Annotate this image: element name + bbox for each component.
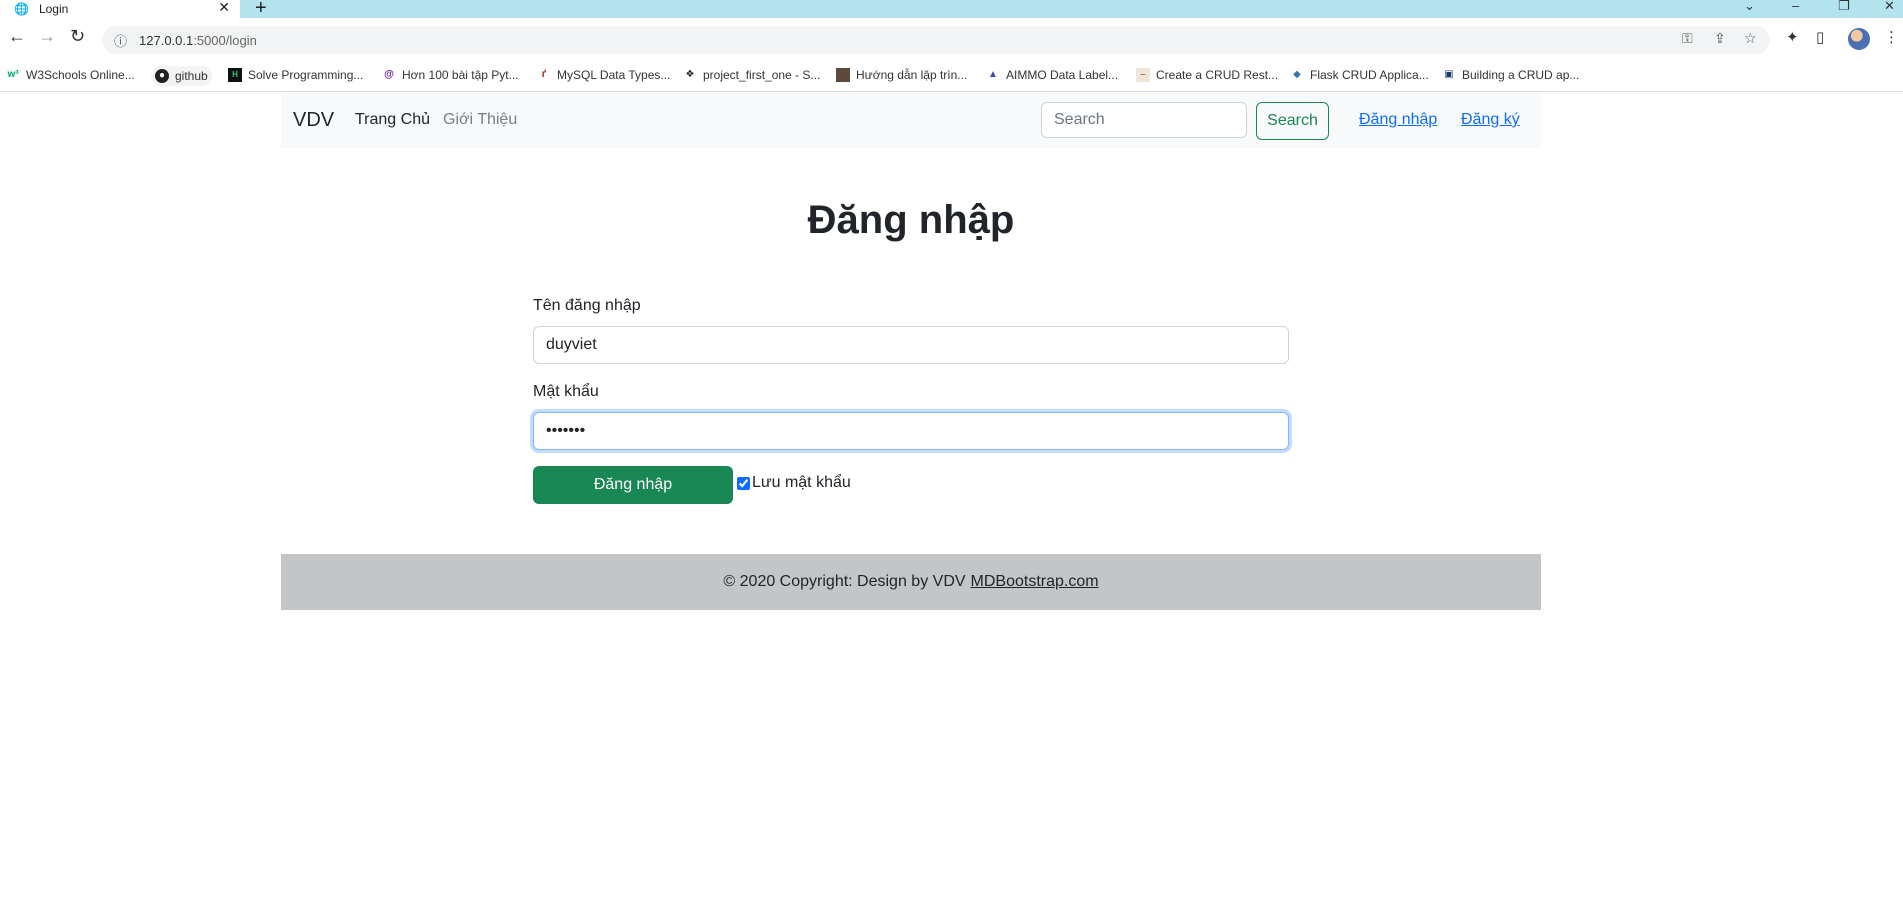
globe-icon: 🌐 <box>14 2 29 16</box>
site-icon: ▣ <box>1444 69 1454 80</box>
site-navbar: VDV Trang Chủ Giới Thiệu Search Đăng nhậ… <box>281 92 1541 148</box>
remember-password[interactable]: Lưu mật khẩu <box>737 474 851 492</box>
password-label: Mật khẩu <box>533 383 599 400</box>
search-button[interactable]: Search <box>1256 102 1329 140</box>
new-tab-icon[interactable]: + <box>255 0 267 20</box>
profile-avatar[interactable] <box>1848 28 1870 50</box>
bookmark-item[interactable]: @ Hơn 100 bài tập Pyt... <box>382 68 519 82</box>
bookmark-label: AIMMO Data Label... <box>1006 68 1119 82</box>
bookmark-label: Hơn 100 bài tập Pyt... <box>402 68 519 82</box>
bookmark-label: MySQL Data Types... <box>557 68 671 82</box>
site-footer: © 2020 Copyright: Design by VDV MDBootst… <box>281 554 1541 610</box>
w3schools-icon: w³ <box>7 69 19 80</box>
username-label: Tên đăng nhập <box>533 297 641 314</box>
restore-icon[interactable]: ❐ <box>1838 0 1850 14</box>
reload-icon[interactable]: ↻ <box>70 26 85 47</box>
page-title: Đăng nhập <box>807 198 1015 242</box>
nav-link-register[interactable]: Đăng ký <box>1461 111 1520 129</box>
hackerrank-icon: H <box>228 68 242 82</box>
bookmark-item[interactable]: H Solve Programming... <box>228 68 363 82</box>
browser-tab[interactable]: 🌐 Login ✕ <box>0 0 240 18</box>
bookmark-star-icon[interactable]: ☆ <box>1744 30 1757 47</box>
mysql-icon: ґ <box>541 69 547 80</box>
address-bar[interactable]: ⓘ 127.0.0.1:5000/login ⚿ ⇪ ☆ <box>102 26 1770 54</box>
avatar-icon: ■ <box>836 68 850 82</box>
navbar-brand[interactable]: VDV <box>293 109 334 132</box>
menu-dots-icon[interactable]: ⋮ <box>1884 28 1899 46</box>
nav-link-login[interactable]: Đăng nhập <box>1359 111 1437 129</box>
bookmark-item[interactable]: ▲ AIMMO Data Label... <box>986 68 1118 82</box>
side-panel-icon[interactable]: ▯ <box>1816 28 1824 46</box>
password-field[interactable] <box>533 412 1289 450</box>
key-icon[interactable]: ⚿ <box>1682 30 1693 47</box>
back-icon[interactable]: ← <box>8 26 26 47</box>
bookmark-label: Building a CRUD ap... <box>1462 68 1580 82</box>
browser-toolbar: ← → ↻ ⓘ 127.0.0.1:5000/login ⚿ ⇪ ☆ ✦ ▯ ⋮ <box>0 18 1903 63</box>
bookmark-label: Flask CRUD Applica... <box>1310 68 1429 82</box>
footer-link[interactable]: MDBootstrap.com <box>971 573 1099 591</box>
nav-link-about[interactable]: Giới Thiệu <box>443 111 517 129</box>
bookmark-item[interactable]: ■ Hướng dẫn lập trìn... <box>836 68 967 82</box>
bookmark-item[interactable]: ❖ project_first_one - S... <box>683 68 821 82</box>
login-submit-button[interactable]: Đăng nhập <box>533 466 733 504</box>
figma-icon: ❖ <box>685 69 695 80</box>
bookmark-item[interactable]: ◆ Flask CRUD Applica... <box>1290 68 1429 82</box>
bookmark-label: project_first_one - S... <box>703 68 821 82</box>
extensions-icon[interactable]: ✦ <box>1786 28 1799 46</box>
aimmo-icon: ▲ <box>988 69 998 80</box>
bookmark-label: Hướng dẫn lập trìn... <box>856 68 968 82</box>
site-info-icon[interactable]: ⓘ <box>114 31 127 50</box>
page-icon: – <box>1136 68 1150 82</box>
forward-icon[interactable]: → <box>38 26 56 47</box>
footer-text: © 2020 Copyright: Design by VDV <box>723 573 966 590</box>
share-icon[interactable]: ⇪ <box>1714 30 1726 47</box>
github-icon: ● <box>155 69 169 83</box>
tab-search-chevron-icon[interactable]: ⌄ <box>1744 0 1755 14</box>
bookmark-label: W3Schools Online... <box>26 68 135 82</box>
bookmarks-bar: w³ W3Schools Online... ● github H Solve … <box>0 63 1903 92</box>
at-icon: @ <box>384 69 394 80</box>
url-text: 127.0.0.1:5000/login <box>139 32 257 48</box>
remember-label: Lưu mật khẩu <box>752 474 851 491</box>
bookmark-label: Create a CRUD Rest... <box>1156 68 1279 82</box>
python-icon: ◆ <box>1293 69 1301 80</box>
remember-checkbox[interactable] <box>737 476 750 490</box>
bookmark-label: github <box>175 69 208 83</box>
username-field[interactable] <box>533 326 1289 364</box>
bookmark-item[interactable]: ґ MySQL Data Types... <box>537 68 671 82</box>
tab-close-icon[interactable]: ✕ <box>218 0 230 14</box>
nav-link-home[interactable]: Trang Chủ <box>355 111 430 129</box>
minimize-icon[interactable]: – <box>1792 0 1799 13</box>
bookmark-item[interactable]: – Create a CRUD Rest... <box>1136 68 1278 82</box>
window-close-icon[interactable]: ✕ <box>1884 0 1895 14</box>
bookmark-label: Solve Programming... <box>248 68 364 82</box>
tab-title: Login <box>38 2 69 16</box>
bookmark-item[interactable]: w³ W3Schools Online... <box>6 68 135 82</box>
bookmark-item[interactable]: ▣ Building a CRUD ap... <box>1442 68 1579 82</box>
browser-tabstrip: 🌐 Login ✕ + ⌄ – ❐ ✕ <box>0 0 1903 20</box>
search-input[interactable] <box>1041 102 1247 138</box>
bookmark-item[interactable]: ● github <box>151 66 212 86</box>
